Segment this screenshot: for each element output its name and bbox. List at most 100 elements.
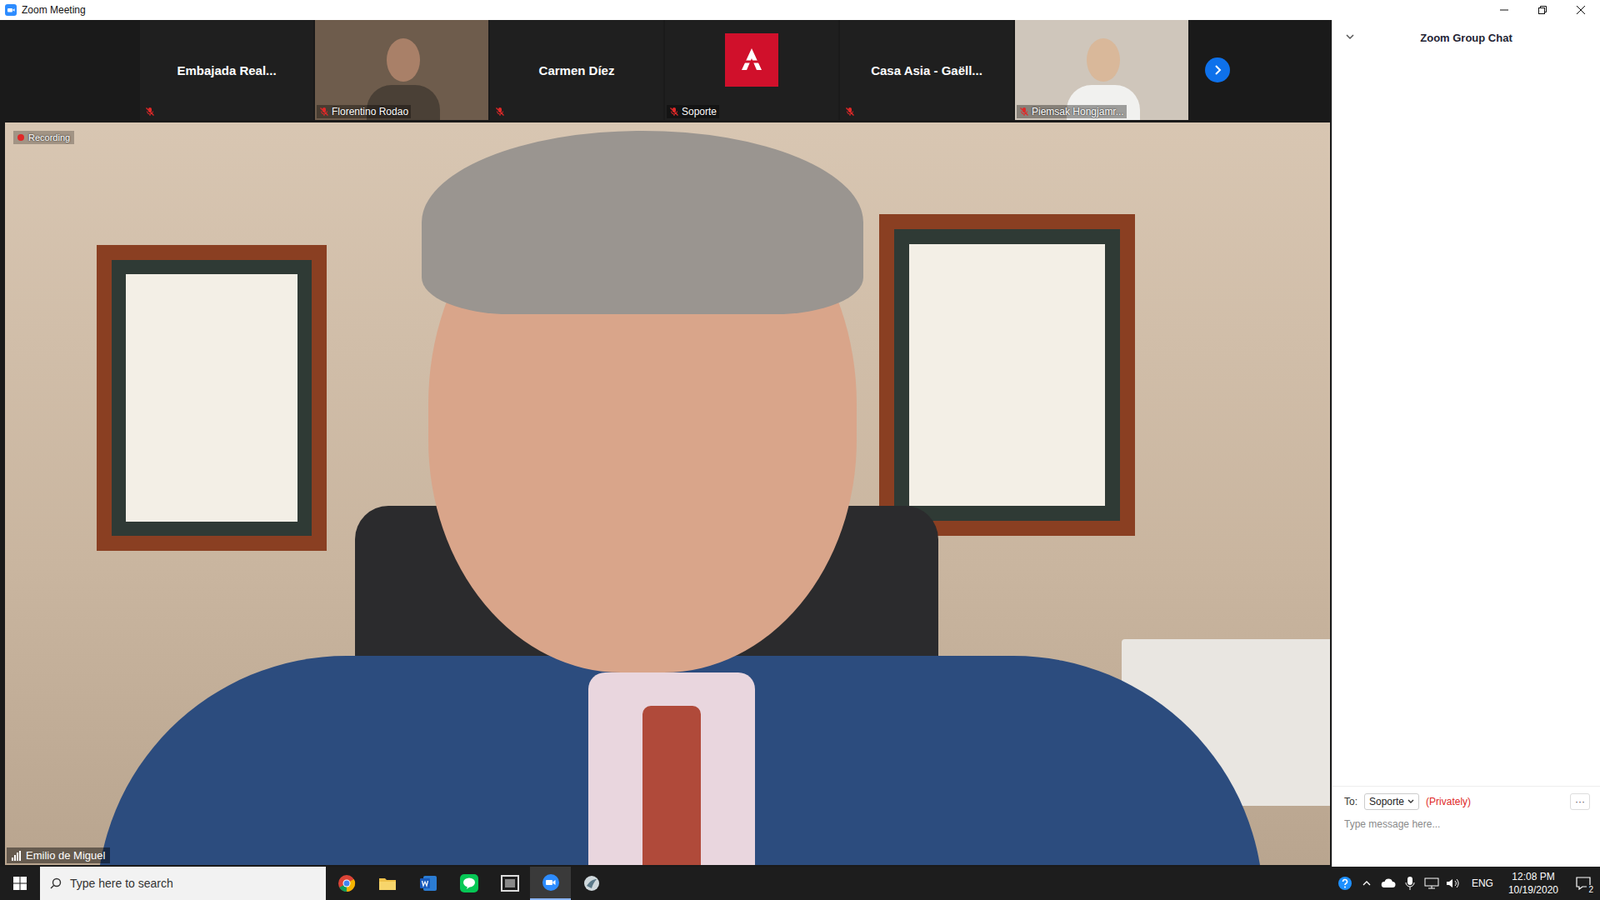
start-button[interactable] xyxy=(0,866,40,900)
participant-tile[interactable]: Florentino Rodao xyxy=(315,20,489,120)
left-frame-print xyxy=(125,274,298,522)
participant-name: Carmen Díez xyxy=(532,63,622,78)
chrome-icon xyxy=(337,874,356,893)
participant-name: Casa Asia - Gaëll... xyxy=(864,63,990,78)
participant-tile[interactable]: Piemsak Hongjamr... xyxy=(1015,20,1189,120)
taskbar-app[interactable] xyxy=(570,866,612,900)
signal-icon xyxy=(11,850,22,861)
participant-label: Soporte xyxy=(666,105,720,119)
mute-indicator xyxy=(145,106,155,117)
chat-title: Zoom Group Chat xyxy=(1420,31,1513,45)
clock[interactable]: 12:08 PM10/19/2020 xyxy=(1501,870,1565,897)
video-area: Embajada Real... Florentino Rodao Carmen D… xyxy=(0,20,1332,867)
minimize-button[interactable] xyxy=(1485,0,1524,20)
close-button[interactable] xyxy=(1561,0,1600,20)
volume-icon xyxy=(1445,877,1461,890)
chevron-up-icon xyxy=(1362,879,1371,888)
speaker-label: Emilio de Miguel xyxy=(6,847,110,864)
tray-item[interactable] xyxy=(1421,877,1442,890)
participant-face xyxy=(386,38,420,82)
time: 12:08 PM xyxy=(1511,870,1555,884)
tray-item[interactable] xyxy=(1335,875,1355,891)
recipient-row: To:Soporte(Privately)··· xyxy=(1332,785,1600,815)
taskbar-app[interactable] xyxy=(325,866,367,900)
message-input[interactable] xyxy=(1332,815,1600,867)
other-app-icon xyxy=(582,874,601,893)
tie xyxy=(642,705,701,865)
participant-tile[interactable]: Soporte xyxy=(665,20,839,120)
muted-mic-icon xyxy=(1019,106,1030,117)
date: 10/19/2020 xyxy=(1508,883,1559,897)
taskbar-app[interactable] xyxy=(448,866,490,900)
participant-label: Piemsak Hongjamr... xyxy=(1016,105,1127,119)
windows-icon xyxy=(13,876,27,890)
microphone-icon xyxy=(1405,876,1415,890)
collapse-button[interactable] xyxy=(1345,32,1355,41)
speaker-name: Emilio de Miguel xyxy=(25,849,105,862)
participant-name: Soporte xyxy=(681,105,717,118)
more-button[interactable]: ··· xyxy=(1570,793,1590,810)
muted-mic-icon xyxy=(495,106,505,117)
recording-dot xyxy=(17,134,25,141)
participant-strip: Embajada Real... Florentino Rodao Carmen D… xyxy=(0,20,1332,120)
notification-button[interactable]: 2 xyxy=(1566,866,1600,900)
cloud-icon xyxy=(1380,878,1396,889)
zoom-app-icon xyxy=(5,4,17,16)
recording-label: Recording xyxy=(28,132,70,143)
participant-face xyxy=(1086,38,1120,82)
minimize-icon xyxy=(1500,5,1509,15)
tray-item[interactable] xyxy=(1356,879,1377,888)
tablet-mode-icon xyxy=(500,875,520,892)
participant-name: Florentino Rodao xyxy=(331,105,409,118)
muted-mic-icon xyxy=(145,106,155,117)
line-icon xyxy=(460,874,479,893)
word-icon xyxy=(419,874,438,893)
active-speaker-video: Recording Emilio de Miguel xyxy=(5,122,1330,865)
window-title: Zoom Meeting xyxy=(21,4,86,16)
participant-name: Piemsak Hongjamr... xyxy=(1031,105,1125,118)
muted-mic-icon xyxy=(669,106,680,117)
close-icon xyxy=(1576,5,1585,15)
tray-item[interactable] xyxy=(1378,878,1399,889)
tray-item[interactable] xyxy=(1443,877,1464,890)
recipient-dropdown[interactable]: Soporte xyxy=(1364,793,1420,810)
participant-label: Florentino Rodao xyxy=(316,105,411,119)
restore-icon xyxy=(1538,5,1547,15)
participant-tile[interactable]: Carmen Díez xyxy=(490,20,664,120)
restore-button[interactable] xyxy=(1523,0,1562,20)
title-bar: Zoom Meeting xyxy=(0,0,1600,20)
mute-indicator xyxy=(845,106,855,117)
taskbar-app[interactable] xyxy=(530,866,571,900)
tray-item[interactable] xyxy=(1400,876,1420,890)
pinned-apps xyxy=(325,866,612,900)
chat-panel: Zoom Group ChatTo:Soporte(Privately)··· xyxy=(1331,20,1600,867)
participant-tile[interactable]: Casa Asia - Gaëll... xyxy=(840,20,1014,120)
chevron-right-icon xyxy=(1212,65,1223,75)
help-icon xyxy=(1337,875,1353,891)
chat-header: Zoom Group Chat xyxy=(1332,20,1600,55)
taskbar: Type here to searchENG12:08 PM10/19/2020… xyxy=(0,866,1600,900)
file-explorer-icon xyxy=(378,875,397,892)
chevron-down-icon xyxy=(1407,798,1415,805)
taskbar-app[interactable] xyxy=(489,866,530,900)
notification-count: 2 xyxy=(1586,885,1595,895)
taskbar-app[interactable] xyxy=(407,866,449,900)
next-page-button[interactable] xyxy=(1205,57,1230,83)
chat-messages xyxy=(1332,55,1600,786)
chevron-down-icon xyxy=(1345,32,1355,41)
to-label: To: xyxy=(1344,795,1358,808)
network-icon xyxy=(1424,877,1440,890)
taskbar-app[interactable] xyxy=(366,866,408,900)
search-icon xyxy=(50,877,62,890)
meeting-area: Embajada Real... Florentino Rodao Carmen D… xyxy=(0,20,1600,867)
search-box[interactable]: Type here to search xyxy=(40,866,326,900)
participant-tile[interactable]: Embajada Real... xyxy=(140,20,314,120)
right-frame-print xyxy=(909,244,1105,506)
recording-indicator: Recording xyxy=(13,130,75,145)
window-controls xyxy=(1485,0,1600,20)
avatar-logo xyxy=(725,33,779,87)
system-tray: ENG12:08 PM10/19/20202 xyxy=(1335,866,1600,900)
language-indicator[interactable]: ENG xyxy=(1465,877,1500,890)
recipient-name: Soporte xyxy=(1369,795,1405,808)
zoom-icon xyxy=(541,873,560,892)
